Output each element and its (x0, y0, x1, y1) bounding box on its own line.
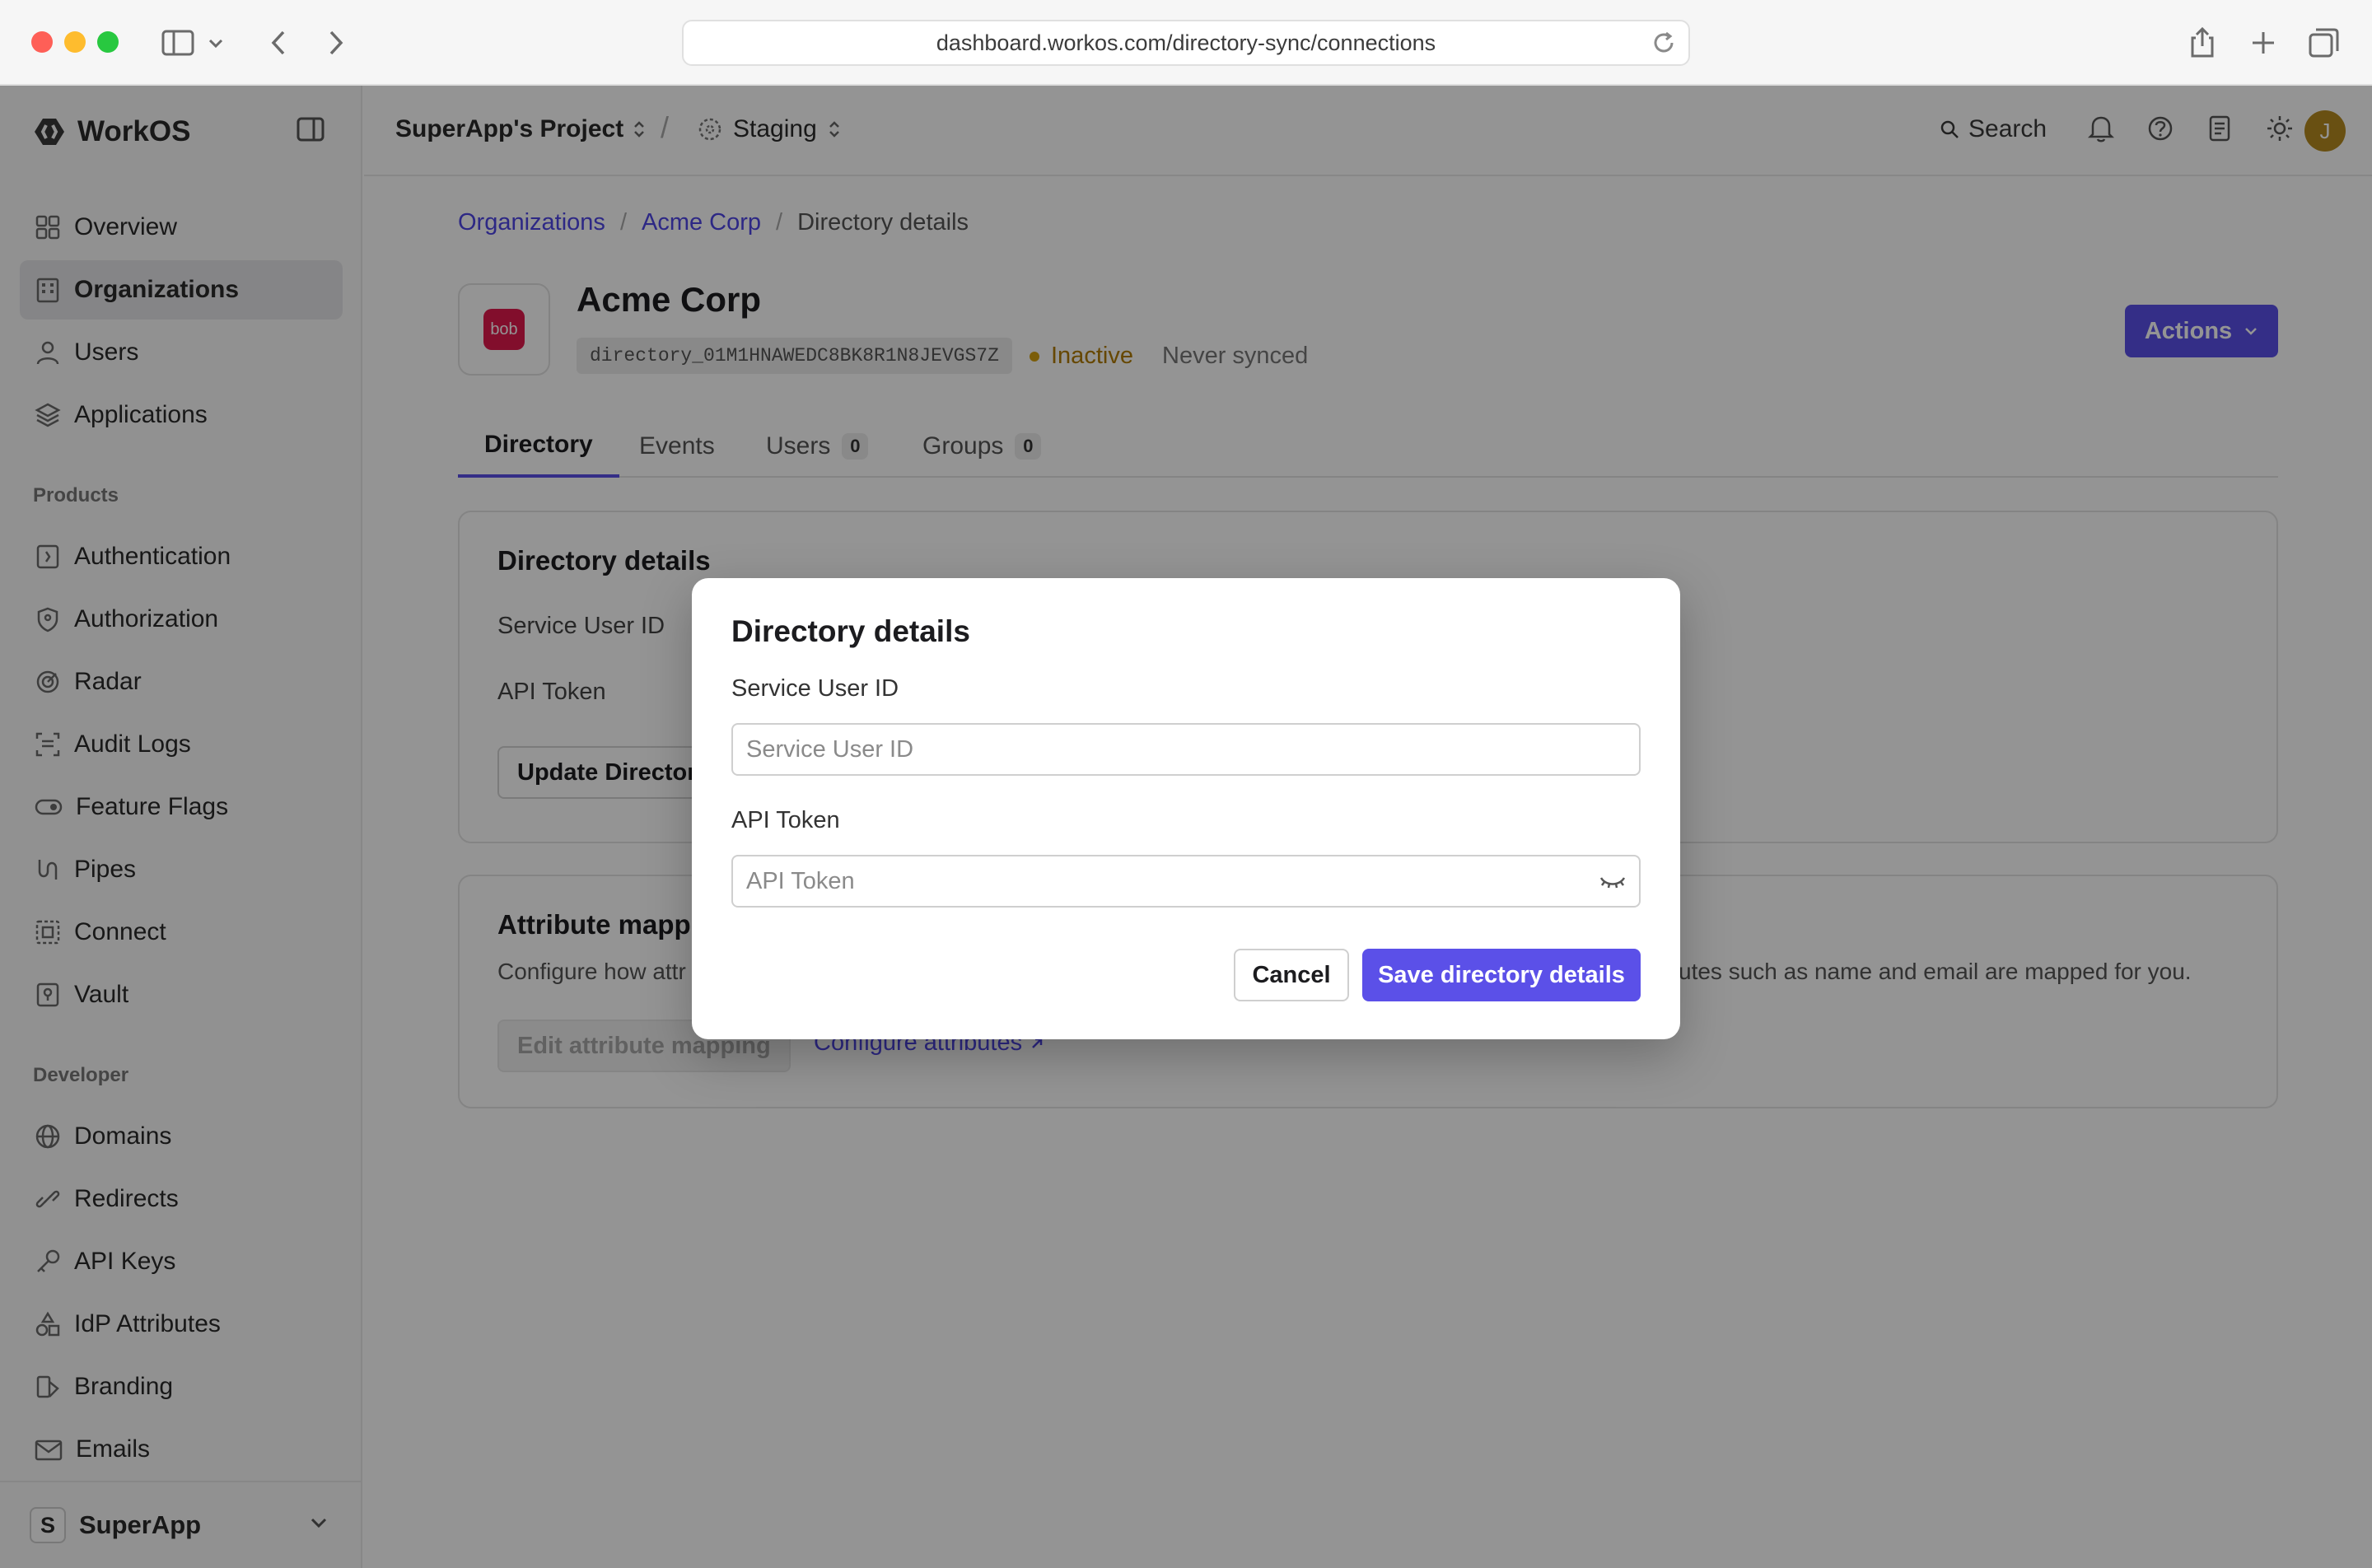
url-text: dashboard.workos.com/directory-sync/conn… (936, 30, 1436, 55)
new-tab-icon[interactable] (2242, 21, 2285, 64)
api-token-label: API Token (731, 807, 840, 833)
save-directory-details-button[interactable]: Save directory details (1362, 949, 1641, 1001)
browser-chrome: dashboard.workos.com/directory-sync/conn… (0, 0, 2372, 86)
tab-overview-icon[interactable] (2303, 21, 2346, 64)
forward-icon[interactable] (315, 21, 357, 64)
address-bar[interactable]: dashboard.workos.com/directory-sync/conn… (682, 20, 1690, 66)
service-user-id-input[interactable] (731, 723, 1641, 776)
share-icon[interactable] (2181, 21, 2224, 64)
close-window-button[interactable] (31, 31, 53, 53)
directory-details-dialog: Directory details Service User ID API To… (692, 578, 1680, 1039)
back-icon[interactable] (257, 21, 300, 64)
chevron-down-icon[interactable] (203, 21, 229, 64)
service-user-id-label: Service User ID (731, 675, 899, 702)
minimize-window-button[interactable] (64, 31, 86, 53)
api-token-input[interactable] (731, 855, 1641, 908)
eye-closed-icon[interactable] (1598, 873, 1627, 893)
dialog-title: Directory details (731, 614, 970, 648)
sidebar-toggle-icon[interactable] (156, 21, 199, 64)
reload-icon[interactable] (1651, 30, 1677, 56)
maximize-window-button[interactable] (97, 31, 119, 53)
cancel-button[interactable]: Cancel (1234, 949, 1349, 1001)
